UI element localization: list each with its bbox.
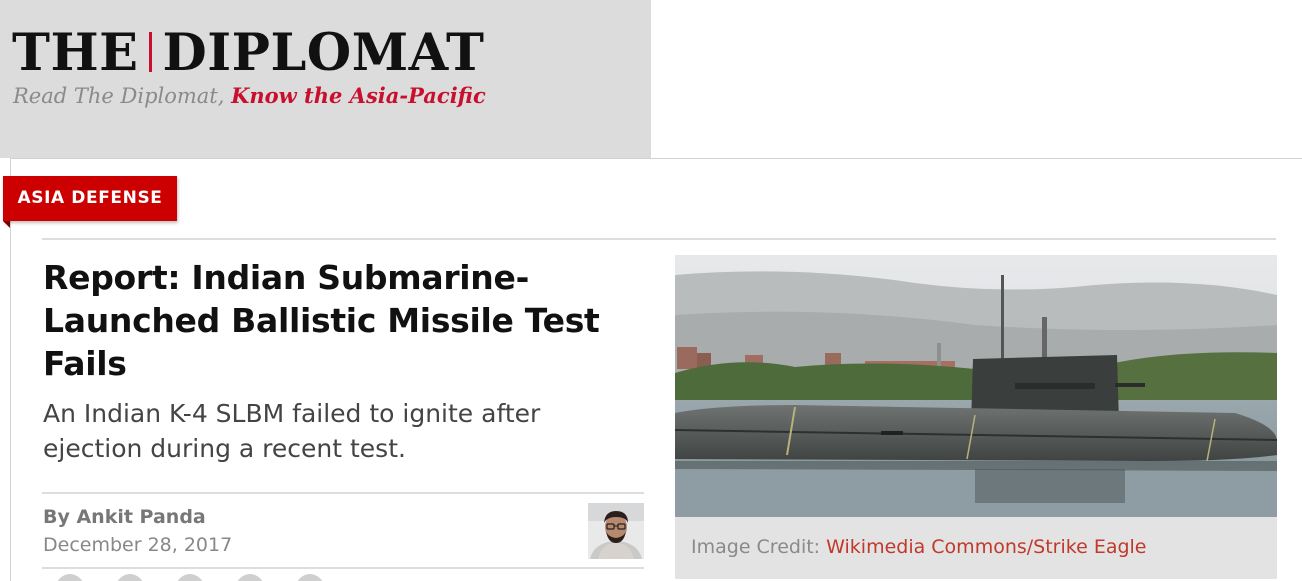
category-tag[interactable]: ASIA DEFENSE bbox=[3, 176, 177, 221]
twitter-icon[interactable] bbox=[116, 574, 144, 581]
masthead: THE DIPLOMAT Read The Diplomat, Know the … bbox=[0, 0, 651, 158]
image-credit-label: Image Credit: bbox=[691, 536, 821, 558]
author-avatar[interactable] bbox=[588, 503, 644, 559]
author-byline[interactable]: By Ankit Panda bbox=[43, 505, 206, 529]
share-bar bbox=[42, 574, 644, 581]
logo-word-the: THE bbox=[12, 23, 139, 83]
author-photo-icon bbox=[588, 503, 644, 559]
submarine-photo-icon bbox=[675, 255, 1277, 517]
image-credit: Image Credit: Wikimedia Commons/Strike E… bbox=[691, 535, 1147, 559]
category-tag-fold bbox=[3, 221, 10, 228]
publish-date: December 28, 2017 bbox=[43, 534, 233, 556]
facebook-icon[interactable] bbox=[56, 574, 84, 581]
site-tagline: Read The Diplomat, Know the Asia-Pacific bbox=[13, 82, 486, 110]
article-page: THE DIPLOMAT Read The Diplomat, Know the … bbox=[0, 0, 1302, 581]
reddit-icon[interactable] bbox=[236, 574, 264, 581]
divider-byline-bottom bbox=[42, 567, 644, 569]
email-icon[interactable] bbox=[296, 574, 324, 581]
divider-byline-top bbox=[42, 492, 644, 494]
featured-image[interactable] bbox=[675, 255, 1277, 517]
logo-divider bbox=[148, 32, 152, 72]
logo-word-diplomat: DIPLOMAT bbox=[162, 23, 485, 83]
divider-top bbox=[42, 238, 1276, 240]
image-credit-link[interactable]: Wikimedia Commons/Strike Eagle bbox=[826, 536, 1146, 558]
article-summary: An Indian K-4 SLBM failed to ignite afte… bbox=[43, 399, 541, 463]
linkedin-icon[interactable] bbox=[176, 574, 204, 581]
tagline-plain: Read The Diplomat, bbox=[13, 84, 225, 108]
article-headline[interactable]: Report: Indian Submarine-Launched Ballis… bbox=[43, 256, 643, 385]
site-logo[interactable]: THE DIPLOMAT bbox=[12, 24, 484, 82]
tagline-emphasis: Know the Asia-Pacific bbox=[231, 83, 486, 108]
featured-image-block: Image Credit: Wikimedia Commons/Strike E… bbox=[675, 255, 1277, 579]
